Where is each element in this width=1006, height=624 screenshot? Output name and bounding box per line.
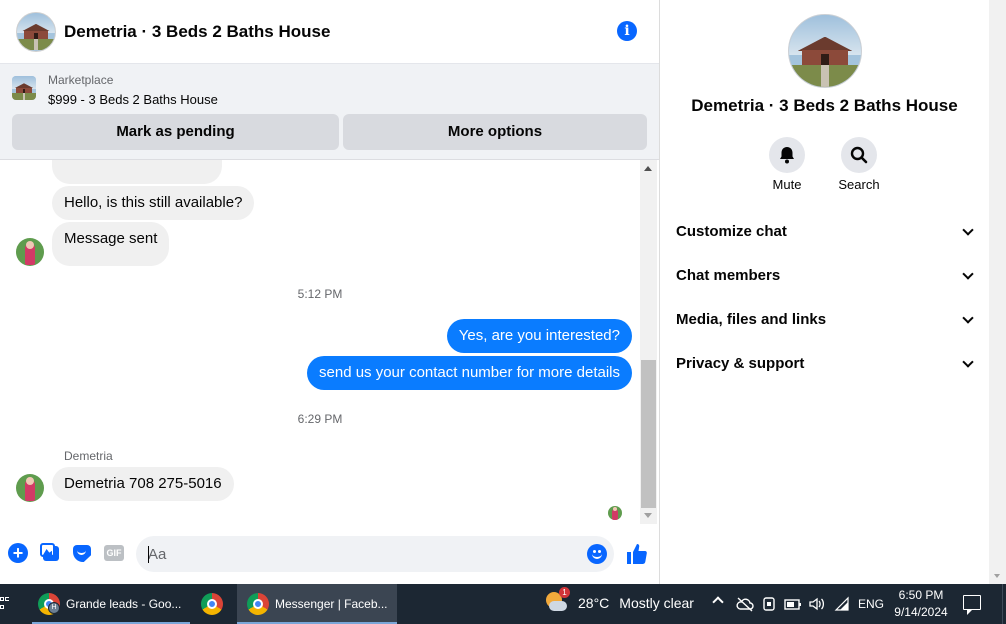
search-icon: [850, 146, 868, 164]
chrome-icon: [247, 593, 269, 615]
clock-time: 6:50 PM: [898, 588, 944, 602]
message-bubble-outgoing: Yes, are you interested?: [446, 319, 632, 353]
info-title: Demetria · 3 Beds 2 Baths House: [691, 96, 958, 115]
menu-customize-chat[interactable]: Customize chat: [676, 223, 976, 243]
info-icon[interactable]: i: [617, 21, 637, 41]
conversation-info-panel: Demetria · 3 Beds 2 Baths House Mute Sea…: [660, 0, 989, 584]
chevron-up-icon[interactable]: [712, 596, 724, 608]
system-clock[interactable]: 6:50 PM 9/14/2024: [890, 587, 952, 621]
plus-icon[interactable]: +: [8, 543, 28, 563]
weather-widget[interactable]: 1 28°C Mostly clear: [546, 587, 694, 614]
marketplace-banner: Marketplace $999 - 3 Beds 2 Baths House …: [0, 64, 659, 160]
chat-header: Demetria · 3 Beds 2 Baths House i: [0, 0, 659, 64]
profile-badge: H: [48, 602, 60, 614]
cloud-offline-icon[interactable]: [736, 596, 754, 612]
seen-indicator-avatar: [608, 506, 622, 520]
sender-avatar[interactable]: [16, 238, 44, 266]
marketplace-label: Marketplace: [48, 73, 114, 87]
chevron-down-icon: [962, 224, 974, 236]
chat-panel: Demetria · 3 Beds 2 Baths House i Market…: [0, 0, 660, 584]
sender-avatar[interactable]: [16, 474, 44, 502]
gif-icon[interactable]: GIF: [104, 545, 124, 561]
chrome-icon: [201, 593, 223, 615]
taskbar-app-label: Grande leads - Goo...: [66, 597, 182, 611]
menu-chat-members[interactable]: Chat members: [676, 267, 976, 287]
photo-icon[interactable]: [40, 543, 60, 563]
menu-label: Customize chat: [676, 223, 787, 240]
menu-privacy-support[interactable]: Privacy & support: [676, 355, 976, 375]
wifi-icon[interactable]: [834, 596, 850, 612]
task-view-icon[interactable]: [0, 595, 10, 613]
page-scrollbar[interactable]: [989, 0, 1006, 584]
taskbar-app-chrome[interactable]: [190, 584, 234, 624]
chevron-down-icon: [962, 268, 974, 280]
weather-icon: 1: [546, 587, 570, 614]
notification-center-icon[interactable]: [963, 595, 981, 615]
scroll-down-arrow-icon[interactable]: [644, 513, 652, 518]
message-bubble-incoming: Message sent: [52, 222, 170, 266]
emoji-icon[interactable]: [587, 544, 607, 564]
message-bubble-outgoing: send us your contact number for more det…: [307, 356, 632, 390]
message-bubble-incoming: Hello, is this still available?: [52, 186, 255, 220]
windows-taskbar: H Grande leads - Goo... Messenger | Face…: [0, 584, 1006, 624]
show-desktop-button[interactable]: [1002, 584, 1006, 624]
bell-icon: [780, 147, 794, 164]
mute-button[interactable]: Mute: [757, 137, 817, 192]
message-composer: + GIF: [0, 524, 659, 584]
mute-label: Mute: [772, 177, 802, 192]
menu-label: Chat members: [676, 267, 781, 284]
conversation-title[interactable]: Demetria · 3 Beds 2 Baths House: [64, 22, 330, 42]
meet-now-icon[interactable]: [762, 596, 776, 612]
conversation-large-avatar[interactable]: [788, 14, 862, 88]
message-bubble-incoming: Demetria 708 275-5016: [52, 467, 234, 501]
text-caret: [148, 546, 149, 563]
message-input[interactable]: [136, 536, 614, 572]
listing-thumbnail[interactable]: [12, 76, 36, 100]
menu-label: Privacy & support: [676, 355, 805, 372]
clock-date: 9/14/2024: [894, 605, 948, 619]
search-button[interactable]: Search: [829, 137, 889, 192]
chevron-down-icon: [962, 356, 974, 368]
mark-as-pending-button[interactable]: Mark as pending: [12, 114, 339, 150]
search-label: Search: [838, 177, 880, 192]
message-scrollbar[interactable]: [640, 160, 657, 524]
taskbar-app-messenger[interactable]: Messenger | Faceb...: [237, 584, 397, 624]
message-list: Hello, is this still available? Message …: [0, 160, 640, 524]
timestamp: 6:29 PM: [297, 412, 343, 426]
chevron-down-icon: [962, 312, 974, 324]
weather-condition: Mostly clear: [619, 595, 694, 611]
weather-badge: 1: [559, 587, 570, 598]
more-options-button[interactable]: More options: [343, 114, 647, 150]
taskbar-app-label: Messenger | Faceb...: [275, 597, 388, 611]
message-bubble-partial: [52, 160, 222, 184]
scrollbar-thumb[interactable]: [641, 360, 656, 508]
timestamp: 5:12 PM: [297, 287, 343, 301]
volume-icon[interactable]: [808, 596, 826, 612]
sticker-icon[interactable]: [72, 543, 92, 563]
taskbar-app-chrome-grande-leads[interactable]: H Grande leads - Goo...: [32, 584, 190, 624]
menu-label: Media, files and links: [676, 311, 827, 328]
listing-title[interactable]: $999 - 3 Beds 2 Baths House: [48, 92, 218, 107]
menu-media-files-links[interactable]: Media, files and links: [676, 311, 976, 331]
scroll-down-arrow-icon[interactable]: [994, 574, 1000, 578]
scroll-up-arrow-icon[interactable]: [644, 166, 652, 171]
thumbs-up-icon[interactable]: [625, 542, 649, 566]
temperature: 28°C: [578, 595, 610, 611]
conversation-avatar[interactable]: [16, 11, 56, 52]
battery-icon[interactable]: [784, 597, 802, 611]
sender-name: Demetria: [64, 449, 113, 463]
input-language[interactable]: ENG: [858, 597, 884, 611]
